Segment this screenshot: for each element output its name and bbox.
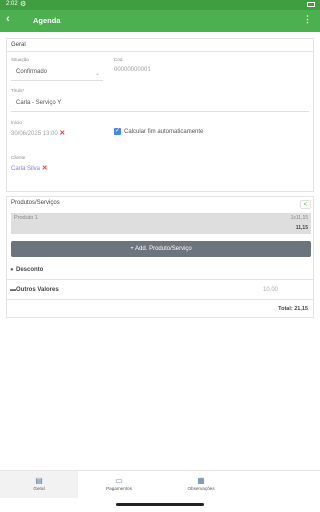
cliente-value: Carla Silva [11,166,41,172]
status-bar: 2:02 ⚙ [0,0,320,10]
page-title: Agenda [33,16,61,25]
titulo-underline [11,111,309,112]
titulo-input[interactable]: Carla - Serviço Y [16,100,61,106]
inicio-input[interactable]: 30/06/2025 13:00 ✕ [11,129,65,137]
gear-icon: ⚙ [20,1,27,8]
divider [7,299,313,300]
tab-geral-label: Geral [33,486,45,491]
geral-section-title: Geral [11,42,26,48]
bottom-nav: ▤ Geral ▭ Pagamentos ▦ Observações [0,470,320,499]
total-label: Total: 21,15 [278,306,308,312]
credit-card-icon: ▭ [115,476,123,485]
geral-card: Geral Situação Confirmado ⌄ Cod. 0000000… [6,38,314,192]
product-total: 11,15 [295,225,308,231]
cliente-input[interactable]: Carla Silva ✕ [11,164,48,172]
system-nav-bar [0,498,320,512]
inicio-value: 30/06/2025 13:00 [11,131,58,137]
inicio-label: Início [11,120,22,125]
outros-value: 10,00 [262,287,278,293]
tab-observacoes[interactable]: ▦ Observações [160,471,242,499]
divider [7,279,313,280]
chevron-down-icon: ⌄ [95,71,101,77]
calcular-label: Calcular fim automaticamente [124,129,204,135]
overflow-menu-icon[interactable]: ⋮ [303,14,312,25]
produtos-card: Produtos/Serviços < Produto 1 1x11,15 11… [6,196,314,318]
produtos-section-title: Produtos/Serviços [11,200,60,206]
outros-label[interactable]: Outros Valores [16,287,59,293]
product-row[interactable]: Produto 1 1x11,15 11,15 [11,213,311,234]
cliente-label: Cliente [11,155,26,160]
status-time: 2:02 [6,1,18,7]
notes-icon: ▦ [197,476,205,485]
desconto-label[interactable]: Desconto [16,267,43,273]
add-product-button[interactable]: + Add. Produto/Serviço [11,241,311,257]
back-arrow-icon[interactable]: ‹ [6,13,10,25]
cod-label: Cod. [114,57,124,62]
tab-pagamentos-label: Pagamentos [106,486,132,491]
product-name: Produto 1 [14,215,38,221]
situacao-underline [11,80,103,81]
tab-geral[interactable]: ▤ Geral [0,471,78,499]
home-indicator[interactable] [116,503,204,506]
clear-inicio-icon[interactable]: ✕ [59,130,65,137]
divider [7,51,313,52]
document-icon: ▤ [35,476,43,485]
situacao-select[interactable]: Confirmado [16,69,47,75]
tab-pagamentos[interactable]: ▭ Pagamentos [79,471,159,499]
product-qty: 1x11,15 [290,215,308,221]
clear-cliente-icon[interactable]: ✕ [42,165,48,172]
battery-icon [307,2,315,7]
share-icon[interactable]: < [300,200,311,209]
cod-value: 00000000001 [114,67,151,73]
calcular-checkbox[interactable]: ✓ [114,128,121,135]
titulo-label: Título* [11,88,25,93]
discount-icon: ● [10,267,14,273]
tab-observacoes-label: Observações [187,486,215,491]
situacao-label: Situação [11,57,29,62]
app-bar: ‹ Agenda ⋮ [0,10,320,32]
